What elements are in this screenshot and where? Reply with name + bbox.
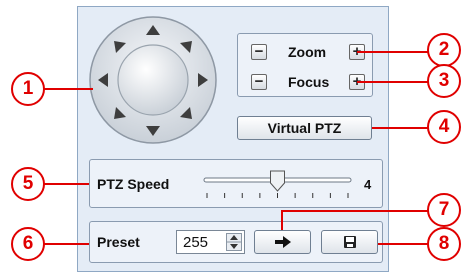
callout-line-2 [357, 51, 429, 53]
ptz-speed-slider-thumb[interactable] [270, 170, 285, 192]
ptz-speed-slider[interactable] [195, 166, 360, 204]
ptz-speed-value: 4 [364, 177, 372, 192]
ptz-center-button[interactable] [117, 44, 189, 116]
preset-label: Preset [97, 234, 140, 250]
callout-4: 4 [427, 110, 461, 144]
callout-2: 2 [427, 33, 461, 67]
callout-6: 6 [11, 227, 45, 261]
ptz-speed-label: PTZ Speed [97, 176, 170, 192]
callout-1: 1 [11, 72, 45, 106]
zoom-out-button[interactable]: − [251, 44, 267, 60]
focus-label: Focus [288, 74, 330, 90]
slider-thumb-shape[interactable] [270, 170, 285, 192]
callout-line-1 [43, 88, 93, 90]
callout-line-5 [43, 183, 89, 185]
preset-save-button[interactable] [321, 230, 378, 254]
callout-line-6 [43, 243, 89, 245]
spinner-arrows-icon[interactable] [226, 233, 242, 251]
preset-go-button[interactable] [254, 230, 311, 254]
zoom-label: Zoom [288, 44, 327, 60]
callout-8: 8 [427, 227, 461, 261]
callout-3: 3 [427, 64, 461, 98]
callout-line-8 [378, 243, 429, 245]
callout-line-7v [281, 210, 283, 230]
callout-line-3 [357, 81, 429, 83]
callout-line-4 [372, 127, 429, 129]
callout-7: 7 [427, 193, 461, 227]
focus-near-button[interactable]: − [251, 74, 267, 90]
callout-line-7h [282, 210, 429, 212]
preset-number-input[interactable]: 255 [183, 234, 208, 251]
floppy-disk-icon [343, 236, 356, 248]
callout-5: 5 [11, 167, 45, 201]
virtual-ptz-button[interactable]: Virtual PTZ [237, 116, 372, 140]
preset-number-spinner[interactable]: 255 [176, 230, 245, 254]
arrow-right-icon [274, 236, 291, 248]
